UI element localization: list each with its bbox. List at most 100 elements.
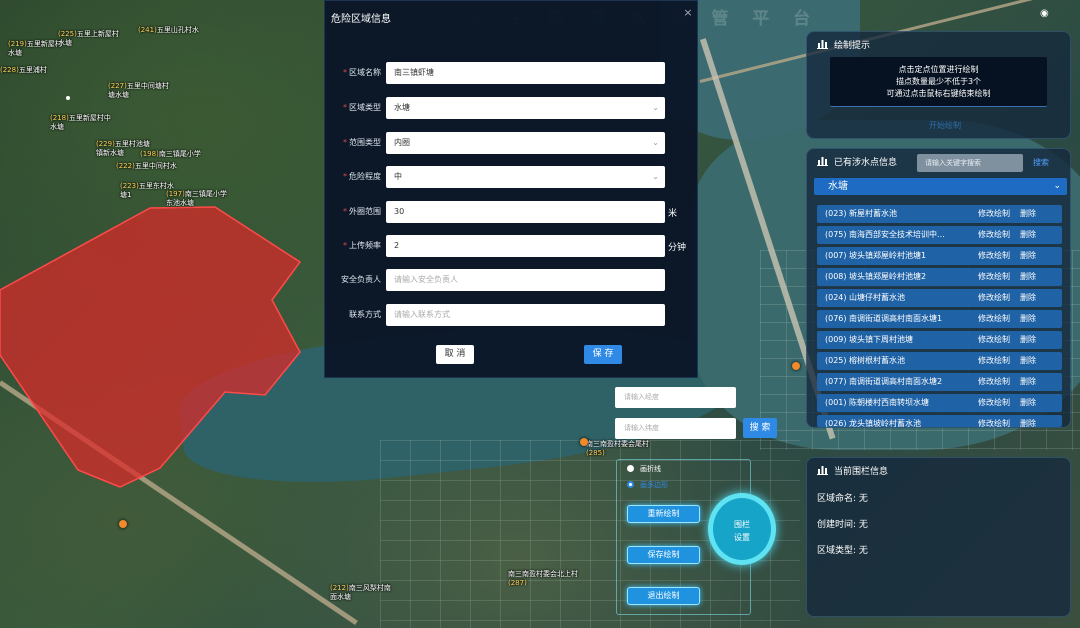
latitude-input[interactable]: 请输入纬度 xyxy=(615,418,736,439)
cancel-button[interactable]: 取 消 xyxy=(436,345,474,364)
list-item[interactable]: (009) 坡头镇下周村池塘 修改绘制 删除 xyxy=(817,331,1062,349)
list-item[interactable]: (024) 山塘仔村蓄水池 修改绘制 删除 xyxy=(817,289,1062,307)
close-icon[interactable]: × xyxy=(682,7,694,19)
safety-owner-input[interactable]: 请输入安全负责人 xyxy=(386,269,665,291)
area-name-input[interactable]: 南三镇虾塘 xyxy=(386,62,665,84)
list-item[interactable]: (008) 坡头镇郑屋岭村池塘2 修改绘制 删除 xyxy=(817,268,1062,286)
delete-button[interactable]: 删除 xyxy=(1020,376,1036,387)
delete-button[interactable]: 删除 xyxy=(1020,292,1036,303)
edit-draw-button[interactable]: 修改绘制 xyxy=(978,334,1010,345)
edit-draw-button[interactable]: 修改绘制 xyxy=(978,208,1010,219)
map-point-label[interactable]: (227)五里中间塘村 塘水塘 xyxy=(108,82,169,100)
save-button[interactable]: 保 存 xyxy=(584,345,622,364)
exit-draw-button[interactable]: 退出绘制 xyxy=(627,587,700,605)
field-label: * 危险程度 xyxy=(343,171,381,182)
outer-range-input[interactable]: 30 xyxy=(386,201,665,223)
contact-input[interactable]: 请输入联系方式 xyxy=(386,304,665,326)
select-value: 内圈 xyxy=(394,138,410,147)
fence-settings-button[interactable]: 围栏 设置 xyxy=(708,493,776,565)
edit-draw-button[interactable]: 修改绘制 xyxy=(978,229,1010,240)
map-point-label[interactable]: 南三南盈村委会尾村 (285) xyxy=(586,440,649,458)
panel-header: 已有涉水点信息 xyxy=(817,155,897,168)
edit-draw-button[interactable]: 修改绘制 xyxy=(978,313,1010,324)
dialog-title: 危险区域信息 xyxy=(331,14,391,25)
edit-draw-button[interactable]: 修改绘制 xyxy=(978,292,1010,303)
radio-label: 画折线 xyxy=(640,465,661,473)
map-point-label[interactable]: (197)南三镇尾小学 东池水塘 xyxy=(166,190,227,208)
hint-line: 可通过点击鼠标右键结束绘制 xyxy=(886,89,991,98)
field-label: 安全负责人 xyxy=(341,274,381,285)
delete-button[interactable]: 删除 xyxy=(1020,418,1036,427)
redraw-button[interactable]: 重新绘制 xyxy=(627,505,700,523)
delete-button[interactable]: 删除 xyxy=(1020,208,1036,219)
draw-hint-panel: 绘制提示 点击定点位置进行绘制 描点数量最少不低于3个 可通过点击鼠标右键结束绘… xyxy=(806,31,1071,139)
map-point-label[interactable]: (225)五里上新屋村 水塘 xyxy=(58,30,119,48)
list-item[interactable]: (023) 新屋村蓄水池 修改绘制 删除 xyxy=(817,205,1062,223)
search-button[interactable]: 搜索 xyxy=(1033,157,1049,168)
map-point-label[interactable]: (212)南三风梨村南 面水塘 xyxy=(330,584,391,602)
chevron-down-icon: ⌄ xyxy=(652,172,659,181)
delete-button[interactable]: 删除 xyxy=(1020,313,1036,324)
item-name: (025) 榕树根村蓄水池 xyxy=(825,356,906,365)
list-item[interactable]: (026) 龙头镇坡岭村蓄水池 修改绘制 删除 xyxy=(817,415,1062,427)
select-value: 中 xyxy=(394,172,402,181)
panel-title: 已有涉水点信息 xyxy=(834,158,898,168)
list-item[interactable]: (007) 坡头镇郑屋岭村池塘1 修改绘制 删除 xyxy=(817,247,1062,265)
radio-icon xyxy=(627,465,634,472)
hint-line: 描点数量最少不低于3个 xyxy=(895,77,982,86)
danger-level-select[interactable]: 中 ⌄ xyxy=(386,166,665,188)
delete-button[interactable]: 删除 xyxy=(1020,397,1036,408)
range-type-select[interactable]: 内圈 ⌄ xyxy=(386,132,665,154)
map-point-label[interactable]: (219)五里新屋村 水塘 xyxy=(8,40,62,58)
map-marker-icon[interactable] xyxy=(119,520,127,528)
polygon-mode-radio[interactable]: 画多边形 xyxy=(627,480,668,490)
map-point-label[interactable]: (218)五里新屋村中 水塘 xyxy=(50,114,111,132)
edit-draw-button[interactable]: 修改绘制 xyxy=(978,271,1010,282)
list-item[interactable]: (075) 南海西部安全技术培训中... 修改绘制 删除 xyxy=(817,226,1062,244)
map-point-label[interactable]: (222)五里中间村水 xyxy=(116,162,177,171)
edit-draw-button[interactable]: 修改绘制 xyxy=(978,397,1010,408)
bar-chart-icon xyxy=(817,466,828,475)
map-point-label[interactable]: (198)南三镇尾小学 xyxy=(140,150,201,159)
list-item[interactable]: (001) 陈朝楼村西南转坝水塘 修改绘制 删除 xyxy=(817,394,1062,412)
keyword-search-input[interactable]: 请输入关键字搜索 xyxy=(917,154,1023,172)
edit-draw-button[interactable]: 修改绘制 xyxy=(978,250,1010,261)
field-label-text: 区域名称 xyxy=(349,68,381,77)
delete-button[interactable]: 删除 xyxy=(1020,229,1036,240)
coordinate-search-button[interactable]: 搜 索 xyxy=(743,418,777,438)
map-point-label[interactable]: (241)五里山孔村水 xyxy=(138,26,199,35)
eye-icon[interactable]: ◉ xyxy=(1040,8,1054,19)
list-item[interactable]: (077) 南调街道调高村南面水塘2 修改绘制 删除 xyxy=(817,373,1062,391)
chevron-down-icon: ⌄ xyxy=(1053,181,1061,191)
start-draw-button[interactable]: 开始绘制 xyxy=(929,120,961,131)
fence-name-row: 区域命名: 无 xyxy=(817,491,868,504)
edit-draw-button[interactable]: 修改绘制 xyxy=(978,376,1010,387)
area-type-select[interactable]: 水塘 ⌄ xyxy=(386,97,665,119)
chevron-down-icon: ⌄ xyxy=(652,138,659,147)
fence-type-label: 区域类型: xyxy=(817,546,857,556)
polyline-mode-radio[interactable]: 画折线 xyxy=(627,464,661,474)
edit-draw-button[interactable]: 修改绘制 xyxy=(978,418,1010,427)
map-marker-icon[interactable] xyxy=(792,362,800,370)
field-row-area-name: * 区域名称 南三镇虾塘 xyxy=(325,62,699,84)
delete-button[interactable]: 删除 xyxy=(1020,334,1036,345)
list-item[interactable]: (025) 榕树根村蓄水池 修改绘制 删除 xyxy=(817,352,1062,370)
map-marker-icon[interactable] xyxy=(66,96,70,100)
item-name: (007) 坡头镇郑屋岭村池塘1 xyxy=(825,251,927,260)
map-marker-icon[interactable] xyxy=(580,438,588,446)
map-point-label[interactable]: (228)五里浦村 xyxy=(0,66,47,75)
water-point-list-panel: 已有涉水点信息 请输入关键字搜索 搜索 水塘 ⌄ (023) 新屋村蓄水池 修改绘制… xyxy=(806,148,1071,428)
map-point-label[interactable]: 南三南盈村委会北上村 (287) xyxy=(508,570,578,588)
delete-button[interactable]: 删除 xyxy=(1020,355,1036,366)
item-name: (075) 南海西部安全技术培训中... xyxy=(825,230,945,239)
delete-button[interactable]: 删除 xyxy=(1020,271,1036,282)
longitude-input[interactable]: 请输入经度 xyxy=(615,387,736,408)
list-item[interactable]: (076) 南调街道调高村南面水塘1 修改绘制 删除 xyxy=(817,310,1062,328)
field-label-text: 范围类型 xyxy=(349,138,381,147)
save-draw-button[interactable]: 保存绘制 xyxy=(627,546,700,564)
water-type-select[interactable]: 水塘 ⌄ xyxy=(814,178,1067,195)
upload-frequency-input[interactable]: 2 xyxy=(386,235,665,257)
field-label: 联系方式 xyxy=(349,309,381,320)
edit-draw-button[interactable]: 修改绘制 xyxy=(978,355,1010,366)
delete-button[interactable]: 删除 xyxy=(1020,250,1036,261)
